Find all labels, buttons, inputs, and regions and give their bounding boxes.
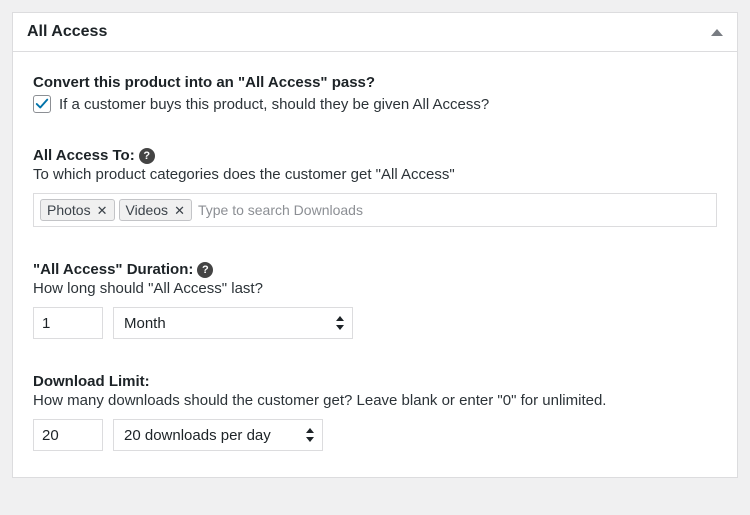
duration-label: "All Access" Duration: — [33, 261, 193, 278]
tag-videos: Videos ✕ — [119, 199, 192, 221]
check-icon — [35, 97, 49, 111]
tag-label: Photos — [47, 202, 91, 218]
section-download-limit: Download Limit: How many downloads shoul… — [33, 373, 717, 451]
tag-label: Videos — [126, 202, 169, 218]
download-limit-input[interactable] — [33, 419, 103, 451]
duration-input[interactable] — [33, 307, 103, 339]
duration-desc: How long should "All Access" last? — [33, 280, 717, 297]
access-to-desc: To which product categories does the cus… — [33, 166, 717, 183]
access-to-label: All Access To: — [33, 147, 135, 164]
download-limit-label: Download Limit: — [33, 373, 717, 390]
panel-header[interactable]: All Access — [13, 13, 737, 52]
download-limit-desc: How many downloads should the customer g… — [33, 392, 717, 409]
tag-remove-icon[interactable]: ✕ — [97, 204, 108, 217]
duration-unit-select[interactable]: Month — [113, 307, 353, 339]
convert-checkbox[interactable] — [33, 95, 51, 113]
access-to-search-input[interactable] — [196, 198, 710, 222]
select-spinner-icon — [336, 316, 344, 330]
help-icon[interactable]: ? — [197, 262, 213, 278]
section-duration: "All Access" Duration: ? How long should… — [33, 261, 717, 339]
help-icon[interactable]: ? — [139, 148, 155, 164]
section-access-to: All Access To: ? To which product catego… — [33, 147, 717, 227]
collapse-icon — [711, 29, 723, 36]
select-value: 20 downloads per day — [124, 427, 271, 444]
download-period-select[interactable]: 20 downloads per day — [113, 419, 323, 451]
tag-remove-icon[interactable]: ✕ — [174, 204, 185, 217]
convert-checkbox-label: If a customer buys this product, should … — [59, 96, 489, 113]
panel-title: All Access — [27, 23, 107, 41]
panel-body: Convert this product into an "All Access… — [13, 52, 737, 477]
select-value: Month — [124, 315, 166, 332]
tag-photos: Photos ✕ — [40, 199, 115, 221]
section-convert: Convert this product into an "All Access… — [33, 74, 717, 113]
access-to-tagbox[interactable]: Photos ✕ Videos ✕ — [33, 193, 717, 227]
convert-label: Convert this product into an "All Access… — [33, 74, 717, 91]
select-spinner-icon — [306, 428, 314, 442]
